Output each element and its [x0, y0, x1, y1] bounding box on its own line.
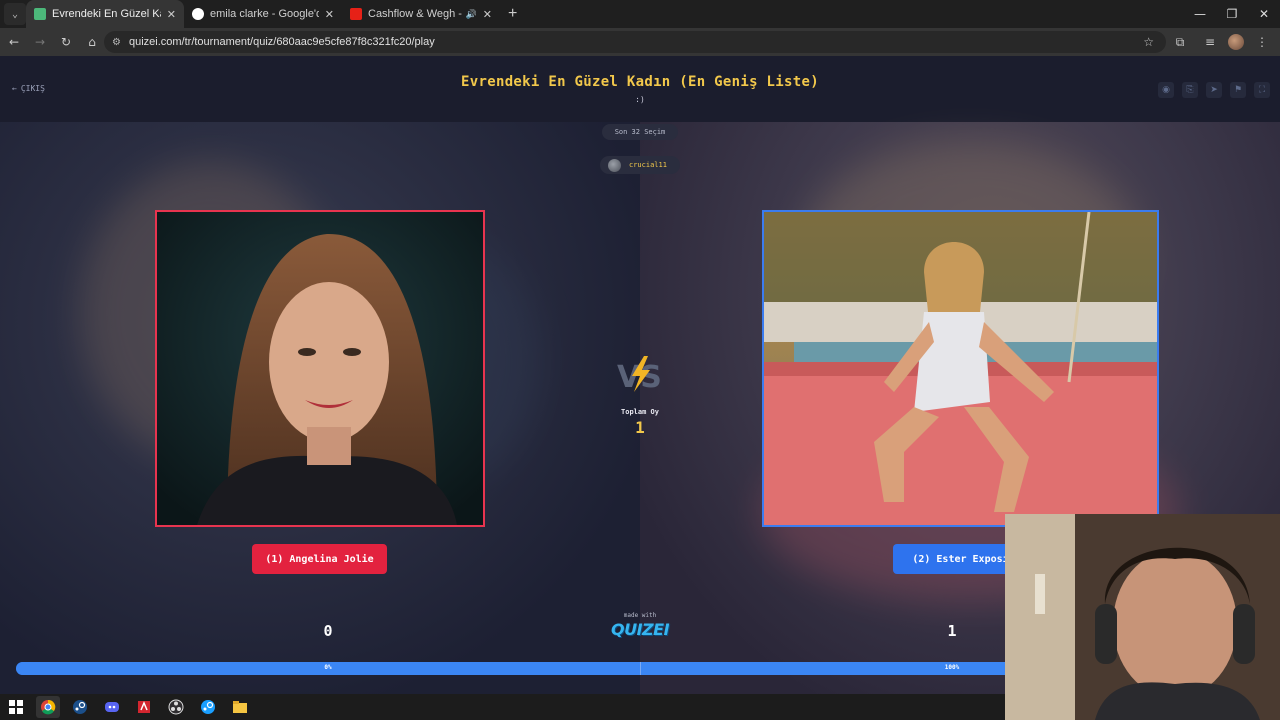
star-icon[interactable]: ☆ — [1143, 35, 1154, 49]
eye-icon[interactable]: ◉ — [1158, 82, 1174, 98]
quiz-header: ← ÇIKIŞ Evrendeki En Güzel Kadın (En Gen… — [0, 56, 1280, 122]
media-control-icon[interactable]: ≡ — [1198, 30, 1222, 54]
progress-divider — [640, 662, 641, 675]
close-icon[interactable]: ✕ — [167, 8, 176, 21]
puzzle-icon[interactable]: ⧉ — [1168, 30, 1192, 54]
google-favicon-icon — [192, 8, 204, 20]
profile-avatar[interactable] — [1228, 34, 1244, 50]
window-controls: — ❐ ✕ — [1184, 0, 1280, 28]
minimize-icon[interactable]: — — [1184, 0, 1216, 28]
home-icon[interactable]: ⌂ — [80, 30, 104, 54]
percent-right: 100% — [944, 664, 960, 671]
restore-icon[interactable]: ❐ — [1216, 0, 1248, 28]
candidate-card-left[interactable] — [155, 210, 485, 527]
vote-button-left[interactable]: (1) Angelina Jolie — [252, 544, 387, 574]
avatar — [608, 158, 621, 172]
speaker-icon[interactable]: 🔊 — [466, 9, 477, 20]
flag-icon[interactable]: ⚑ — [1230, 82, 1246, 98]
tune-icon[interactable]: ⚙ — [112, 37, 121, 48]
user-badge[interactable]: crucial11 — [600, 156, 680, 174]
header-actions: ◉ ⎘ ➤ ⚑ ⛶ — [1158, 82, 1270, 98]
discord-icon[interactable] — [100, 696, 124, 718]
tab-title: Evrendeki En Güzel Kadın (En G — [52, 8, 161, 20]
kebab-menu-icon[interactable]: ⋮ — [1250, 30, 1274, 54]
toolbar-actions: ⧉ ≡ ⋮ — [1168, 30, 1274, 54]
quizei-favicon-icon — [34, 8, 46, 20]
close-icon[interactable]: ✕ — [325, 8, 334, 21]
total-votes-value: 1 — [635, 418, 645, 437]
youtube-favicon-icon — [350, 8, 362, 20]
last-selections-badge[interactable]: Son 32 Seçim — [602, 124, 678, 140]
app-red-icon[interactable] — [132, 696, 156, 718]
back-arrow-icon[interactable]: ← — [2, 30, 26, 54]
webcam-feed — [1005, 514, 1280, 720]
windows-start-icon[interactable] — [4, 696, 28, 718]
browser-tab-2[interactable]: emila clarke - Google'da Ara ✕ — [184, 0, 342, 28]
browser-tab-1[interactable]: Evrendeki En Güzel Kadın (En G ✕ — [26, 0, 184, 28]
candidate-photo-left[interactable] — [157, 212, 483, 525]
steam-icon[interactable] — [68, 696, 92, 718]
close-window-icon[interactable]: ✕ — [1248, 0, 1280, 28]
reload-icon[interactable]: ↻ — [54, 30, 78, 54]
chrome-icon[interactable] — [36, 696, 60, 718]
tab-title: emila clarke - Google'da Ara — [210, 8, 319, 20]
webcam-overlay — [1005, 514, 1280, 720]
steam-icon-2[interactable] — [196, 696, 220, 718]
forward-arrow-icon[interactable]: → — [28, 30, 52, 54]
quizei-logo[interactable]: QUIZEI — [600, 620, 680, 639]
fullscreen-icon[interactable]: ⛶ — [1254, 82, 1270, 98]
chevron-down-icon[interactable]: ⌄ — [4, 3, 26, 25]
percent-left: 0% — [324, 664, 332, 671]
send-icon[interactable]: ➤ — [1206, 82, 1222, 98]
total-votes-label: Toplam Oy — [621, 408, 659, 416]
windows-taskbar — [0, 694, 1005, 720]
candidate-photo-right[interactable] — [764, 212, 1157, 525]
browser-tab-strip: ⌄ Evrendeki En Güzel Kadın (En G ✕ emila… — [0, 0, 1280, 28]
vs-lightning-icon: VS — [617, 356, 662, 394]
obs-icon[interactable] — [164, 696, 188, 718]
share-icon[interactable]: ⎘ — [1182, 82, 1198, 98]
tab-title: Cashflow & Wegh - 9mm ( — [368, 8, 462, 20]
url-text[interactable]: quizei.com/tr/tournament/quiz/680aac9e5c… — [129, 36, 435, 48]
address-bar[interactable]: ⚙ quizei.com/tr/tournament/quiz/680aac9e… — [104, 31, 1166, 53]
score-left: 0 — [323, 622, 333, 640]
score-right: 1 — [947, 622, 957, 640]
browser-tab-3[interactable]: Cashflow & Wegh - 9mm ( 🔊 ✕ — [342, 0, 500, 28]
quiz-subtitle: :) — [635, 95, 645, 104]
quiz-title: Evrendeki En Güzel Kadın (En Geniş Liste… — [461, 74, 819, 90]
made-with-label: made with — [623, 612, 657, 619]
candidate-card-right[interactable] — [762, 210, 1159, 527]
close-icon[interactable]: ✕ — [483, 8, 492, 21]
username: crucial11 — [629, 161, 667, 169]
file-explorer-icon[interactable] — [228, 696, 252, 718]
plus-icon[interactable]: + — [508, 5, 517, 23]
browser-toolbar: ← → ↻ ⌂ ⚙ quizei.com/tr/tournament/quiz/… — [0, 28, 1280, 56]
